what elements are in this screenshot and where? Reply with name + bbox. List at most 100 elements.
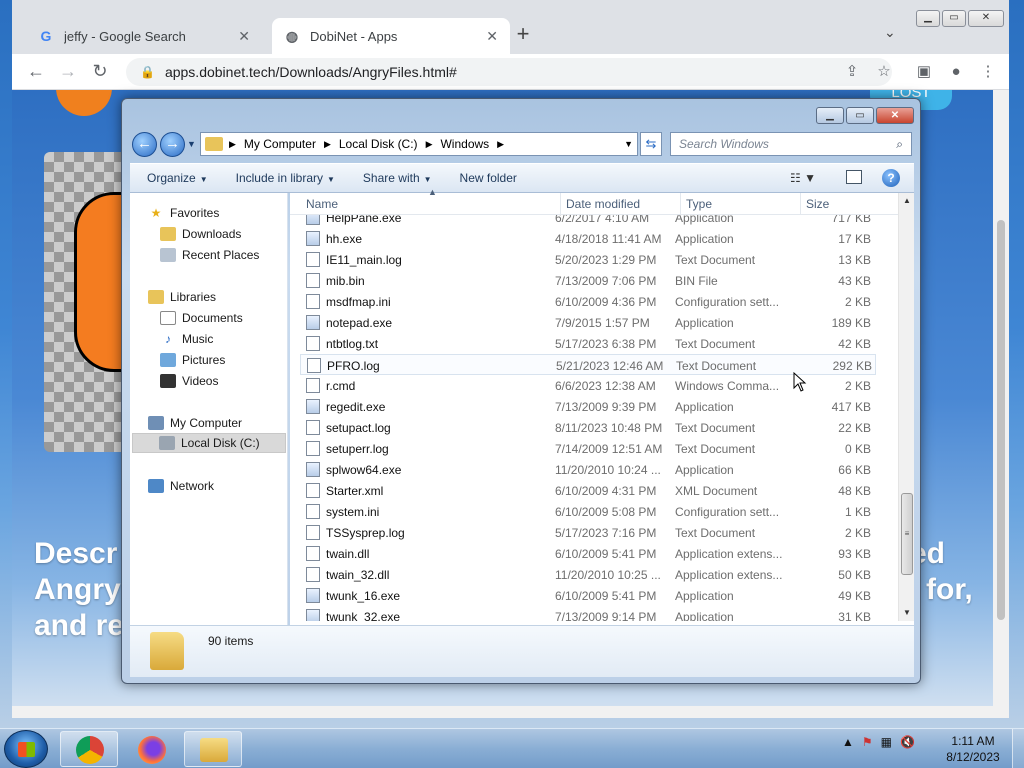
share-icon[interactable]: ⇪ xyxy=(842,62,862,82)
column-type[interactable]: Type xyxy=(686,197,712,211)
column-name[interactable]: Name xyxy=(306,197,338,211)
nav-libraries[interactable]: Libraries xyxy=(148,287,216,307)
close-tab-icon[interactable]: ✕ xyxy=(238,28,250,45)
file-row[interactable]: TSSysprep.log 5/17/2023 7:16 PM Text Docum… xyxy=(300,522,876,543)
document-file-icon xyxy=(306,336,320,351)
explorer-back-button[interactable]: ← xyxy=(132,132,157,157)
address-bar[interactable]: 🔒 apps.dobinet.tech/Downloads/AngryFiles… xyxy=(126,58,892,86)
file-name: twain_32.dll xyxy=(326,568,390,582)
refresh-icon[interactable]: ⇆ xyxy=(640,132,662,156)
file-row[interactable]: mib.bin 7/13/2009 7:06 PM BIN File 43 KB xyxy=(300,270,876,291)
file-row[interactable]: splwow64.exe 11/20/2010 10:24 ... Applicat… xyxy=(300,459,876,480)
tab-google-search[interactable]: G jeffy - Google Search ✕ xyxy=(26,18,262,54)
file-name: mib.bin xyxy=(326,274,365,288)
show-desktop-button[interactable] xyxy=(1012,729,1024,768)
nav-downloads[interactable]: Downloads xyxy=(160,224,241,244)
tab-strip: G jeffy - Google Search ✕ ◍ DobiNet - Ap… xyxy=(12,0,1009,54)
include-in-library-button[interactable]: Include in library ▼ xyxy=(236,171,335,185)
reload-button[interactable]: ↻ xyxy=(88,60,112,84)
tray-expand-icon[interactable]: ▲ xyxy=(842,735,854,749)
column-date[interactable]: Date modified xyxy=(566,197,640,211)
preview-pane-icon[interactable] xyxy=(846,170,862,184)
file-row[interactable]: twunk_16.exe 6/10/2009 5:41 PM Application… xyxy=(300,585,876,606)
tab-search-chevron-icon[interactable]: ⌄ xyxy=(884,24,896,41)
profile-avatar-icon[interactable]: ● xyxy=(946,62,966,82)
scroll-down-icon[interactable]: ▼ xyxy=(899,605,915,621)
file-date: 6/2/2017 4:10 AM xyxy=(555,215,650,225)
nav-videos[interactable]: Videos xyxy=(160,371,218,391)
file-row[interactable]: twain.dll 6/10/2009 5:41 PM Application ex… xyxy=(300,543,876,564)
organize-button[interactable]: Organize ▼ xyxy=(147,171,208,185)
tab-dobinet-apps[interactable]: ◍ DobiNet - Apps ✕ xyxy=(272,18,510,54)
file-row[interactable]: twain_32.dll 11/20/2010 10:25 ... Applicat… xyxy=(300,564,876,585)
file-row[interactable]: PFRO.log 5/21/2023 12:46 AM Text Document 2… xyxy=(300,354,876,375)
taskbar-firefox[interactable] xyxy=(122,731,180,767)
forward-button[interactable]: → xyxy=(56,60,80,84)
file-row[interactable]: msdfmap.ini 6/10/2009 4:36 PM Configuratio… xyxy=(300,291,876,312)
volume-muted-icon[interactable]: 🔇 xyxy=(900,735,915,749)
address-dropdown-icon[interactable]: ▼ xyxy=(624,139,633,149)
file-type: Text Document xyxy=(675,442,756,456)
change-view-icon[interactable]: ☷ ▼ xyxy=(790,171,816,185)
file-list-scrollbar[interactable]: ▲ ≡ ▼ xyxy=(898,193,914,621)
file-row[interactable]: HelpPane.exe 6/2/2017 4:10 AM Application 7… xyxy=(300,215,876,228)
new-tab-button[interactable]: + xyxy=(512,23,534,46)
search-input[interactable]: Search Windows ⌕ xyxy=(670,132,912,156)
nav-favorites[interactable]: ★ Favorites xyxy=(148,203,220,223)
file-row[interactable]: IE11_main.log 5/20/2023 1:29 PM Text Docum… xyxy=(300,249,876,270)
file-row[interactable]: system.ini 6/10/2009 5:08 PM Configuration… xyxy=(300,501,876,522)
network-icon[interactable]: ▦ xyxy=(881,735,892,749)
taskbar-explorer[interactable] xyxy=(184,731,242,767)
close-window-button[interactable]: ✕ xyxy=(968,10,1004,27)
file-row[interactable]: hh.exe 4/18/2018 11:41 AM Application 17 KB xyxy=(300,228,876,249)
clock[interactable]: 1:11 AM 8/12/2023 xyxy=(940,733,1006,765)
nav-pictures[interactable]: Pictures xyxy=(160,350,225,370)
document-file-icon xyxy=(306,441,320,456)
breadcrumb-windows[interactable]: Windows xyxy=(440,137,489,151)
minimize-button[interactable]: ▁ xyxy=(916,10,940,27)
computer-icon xyxy=(148,416,164,430)
explorer-address-bar[interactable]: ▶ My Computer ▶ Local Disk (C:) ▶ Window… xyxy=(200,132,638,156)
back-button[interactable]: ← xyxy=(24,60,48,84)
file-row[interactable]: regedit.exe 7/13/2009 9:39 PM Application 4… xyxy=(300,396,876,417)
file-name: system.ini xyxy=(326,505,380,519)
document-file-icon xyxy=(306,525,320,540)
page-horizontal-scrollbar[interactable] xyxy=(12,706,993,718)
file-row[interactable]: Starter.xml 6/10/2009 4:31 PM XML Document… xyxy=(300,480,876,501)
help-icon[interactable]: ? xyxy=(882,169,900,187)
taskbar: ▲ ⚑ ▦ 🔇 1:11 AM 8/12/2023 xyxy=(0,728,1024,768)
nav-music[interactable]: ♪ Music xyxy=(160,329,213,349)
recent-pages-chevron-icon[interactable]: ▼ xyxy=(187,139,196,149)
share-with-button[interactable]: Share with ▼ xyxy=(363,171,432,185)
scroll-up-icon[interactable]: ▲ xyxy=(899,193,915,209)
file-row[interactable]: ntbtlog.txt 5/17/2023 6:38 PM Text Documen… xyxy=(300,333,876,354)
close-tab-icon[interactable]: ✕ xyxy=(486,28,498,45)
page-scrollbar[interactable] xyxy=(993,90,1009,718)
nav-documents[interactable]: Documents xyxy=(160,308,243,328)
explorer-minimize-button[interactable]: ▁ xyxy=(816,107,844,124)
file-row[interactable]: notepad.exe 7/9/2015 1:57 PM Application 18… xyxy=(300,312,876,333)
side-panel-icon[interactable]: ▣ xyxy=(914,62,934,82)
nav-network[interactable]: Network xyxy=(148,476,214,496)
file-row[interactable]: twunk_32.exe 7/13/2009 9:14 PM Application… xyxy=(300,606,876,621)
nav-local-disk[interactable]: Local Disk (C:) xyxy=(132,433,286,453)
menu-kebab-icon[interactable]: ⋮ xyxy=(978,62,998,82)
breadcrumb-local-disk[interactable]: Local Disk (C:) xyxy=(339,137,418,151)
maximize-button[interactable]: ▭ xyxy=(942,10,966,27)
new-folder-button[interactable]: New folder xyxy=(460,171,517,185)
nav-my-computer[interactable]: My Computer xyxy=(148,413,242,433)
start-button[interactable] xyxy=(4,730,48,768)
nav-recent-places[interactable]: Recent Places xyxy=(160,245,259,265)
bookmark-star-icon[interactable]: ☆ xyxy=(874,62,894,82)
taskbar-chrome[interactable] xyxy=(60,731,118,767)
file-row[interactable]: setuperr.log 7/14/2009 12:51 AM Text Docum… xyxy=(300,438,876,459)
explorer-maximize-button[interactable]: ▭ xyxy=(846,107,874,124)
file-row[interactable]: setupact.log 8/11/2023 10:48 PM Text Docum… xyxy=(300,417,876,438)
action-center-flag-icon[interactable]: ⚑ xyxy=(862,735,873,749)
explorer-close-button[interactable]: ✕ xyxy=(876,107,914,124)
explorer-forward-button[interactable]: → xyxy=(160,132,185,157)
scroll-thumb[interactable]: ≡ xyxy=(901,493,913,575)
breadcrumb-my-computer[interactable]: My Computer xyxy=(244,137,316,151)
column-size[interactable]: Size xyxy=(806,197,829,211)
file-row[interactable]: r.cmd 6/6/2023 12:38 AM Windows Comma... 2 … xyxy=(300,375,876,396)
